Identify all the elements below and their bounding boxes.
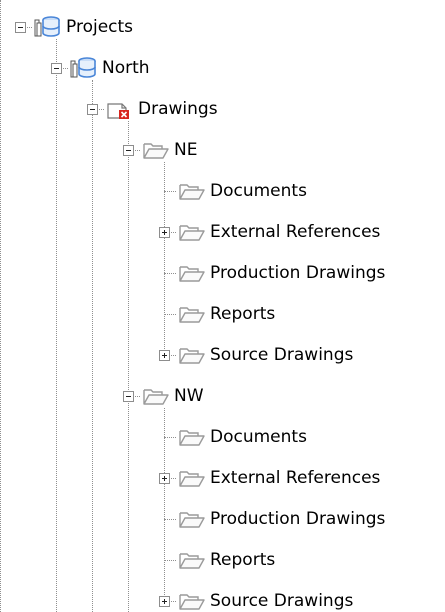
folder-open-icon: [178, 262, 206, 284]
collapse-toggle[interactable]: [123, 391, 134, 402]
tree-node-label[interactable]: North: [102, 57, 150, 79]
project-tree: Projects North Drawings NE Documents External…: [0, 0, 445, 612]
drawings-category-icon: [106, 98, 134, 120]
folder-open-icon: [178, 508, 206, 530]
expand-toggle[interactable]: [159, 227, 170, 238]
tree-connector-line: [128, 121, 129, 612]
tree-node-label[interactable]: Projects: [66, 16, 133, 38]
tree-connector-line: [92, 80, 93, 612]
tree-node-label[interactable]: Source Drawings: [210, 344, 353, 366]
tree-node-label[interactable]: NE: [174, 139, 197, 161]
tree-node-label[interactable]: Reports: [210, 303, 275, 325]
tree-node-label[interactable]: Reports: [210, 549, 275, 571]
collapse-toggle[interactable]: [87, 104, 98, 115]
tree-branch-line: [164, 273, 176, 274]
folder-open-icon: [142, 139, 170, 161]
expand-toggle[interactable]: [159, 350, 170, 361]
collapse-toggle[interactable]: [51, 63, 62, 74]
folder-open-icon: [178, 426, 206, 448]
collapse-toggle[interactable]: [15, 22, 26, 33]
tree-node-label[interactable]: Documents: [210, 426, 307, 448]
collapse-toggle[interactable]: [123, 145, 134, 156]
tree-node-label[interactable]: Source Drawings: [210, 590, 353, 612]
folder-open-icon: [178, 467, 206, 489]
tree-branch-line: [164, 191, 176, 192]
tree-branch-line: [164, 314, 176, 315]
tree-node-label[interactable]: Production Drawings: [210, 262, 385, 284]
project-db-icon: [70, 57, 98, 79]
tree-guide-line: [0, 0, 1, 612]
expand-toggle[interactable]: [159, 473, 170, 484]
tree-node-label[interactable]: External References: [210, 467, 380, 489]
tree-node-label[interactable]: Production Drawings: [210, 508, 385, 530]
tree-node-label[interactable]: Drawings: [138, 98, 218, 120]
folder-open-icon: [178, 590, 206, 612]
expand-toggle[interactable]: [159, 596, 170, 607]
folder-open-icon: [178, 344, 206, 366]
tree-branch-line: [164, 437, 176, 438]
folder-open-icon: [178, 221, 206, 243]
tree-branch-line: [164, 560, 176, 561]
folder-open-icon: [178, 180, 206, 202]
folder-open-icon: [178, 303, 206, 325]
tree-branch-line: [164, 519, 176, 520]
folder-open-icon: [178, 549, 206, 571]
tree-node-label[interactable]: Documents: [210, 180, 307, 202]
project-db-icon: [34, 16, 62, 38]
folder-open-icon: [142, 385, 170, 407]
tree-connector-line: [56, 39, 57, 612]
tree-node-label[interactable]: NW: [174, 385, 204, 407]
tree-node-label[interactable]: External References: [210, 221, 380, 243]
